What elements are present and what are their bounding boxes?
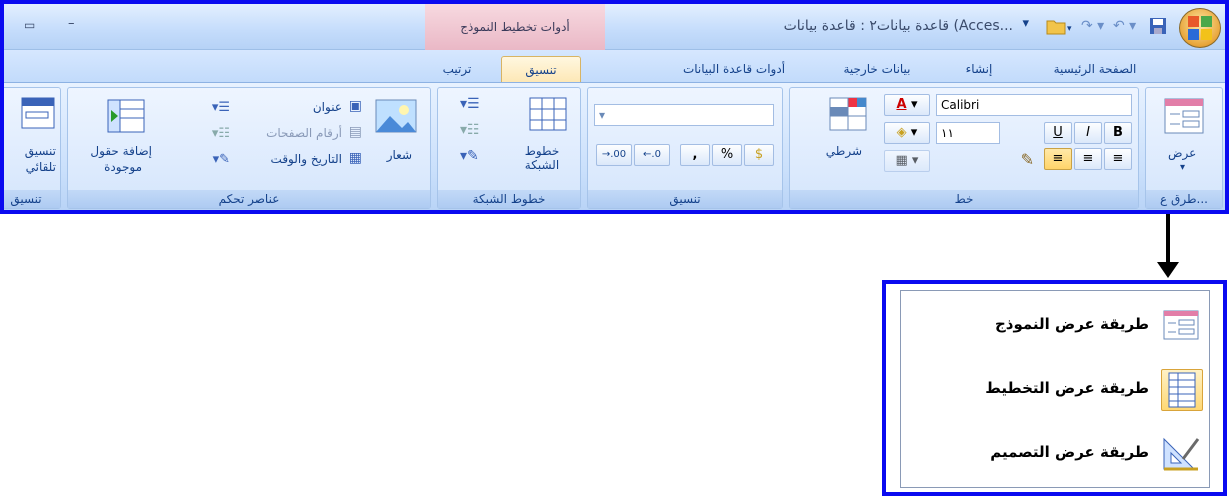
minimize-window-icon[interactable]: – (68, 16, 75, 31)
ribbon-window: ↶ ▾ ↷ ▾ ▾ ▾ قاعدة بيانات٢ : قاعدة بيانات… (0, 0, 1229, 214)
underline-button[interactable]: U (1044, 122, 1072, 144)
group-views-label: طرق ع... (1146, 190, 1222, 208)
group-font: Calibri ١١ B I U ≡ ≡ ≡ ✎ A ▾ ◈ ▾ ▦ ▾ شرط… (789, 87, 1139, 209)
tab-database-tools[interactable]: أدوات قاعدة البيانات (669, 56, 799, 82)
form-view-icon[interactable] (1164, 98, 1204, 134)
group-controls: شعار ▣ عنوان ▤ أرقام الصفحات ▦ التاريخ و… (67, 87, 431, 209)
gridlines-icon[interactable] (528, 96, 568, 132)
menu-item-label: طريقة عرض التصميم (990, 443, 1149, 461)
group-views: عرض ▾ طرق ع... (1145, 87, 1223, 209)
svg-text:▾: ▾ (1067, 24, 1072, 34)
percent-button[interactable]: % (712, 144, 742, 166)
decrease-decimal-button[interactable]: ←.0 (634, 144, 670, 166)
align-left-button[interactable]: ≡ (1044, 148, 1072, 170)
group-formatting: ▾ $ % , ←.0 →.00 تنسيق (587, 87, 783, 209)
group-gridlines-label: خطوط الشبكة (438, 190, 580, 208)
menu-item-label: طريقة عرض التخطيط (985, 379, 1149, 397)
title-label[interactable]: عنوان (313, 100, 342, 114)
line-style-icon[interactable]: ▾☰ (212, 100, 230, 115)
currency-button[interactable]: $ (744, 144, 774, 166)
gridline-width-icon[interactable]: ▾☷ (460, 122, 500, 138)
group-autoformat: تنسيق تلقائي تنسيق (4, 87, 61, 209)
autoformat-line1[interactable]: تنسيق (25, 144, 56, 158)
view-menu-frame: طريقة عرض النموذج طريقة عرض التخطيط طريق… (882, 280, 1227, 496)
office-button[interactable] (1179, 8, 1221, 48)
form-view-icon (1161, 305, 1203, 347)
ribbon-tabs: الصفحة الرئيسية إنشاء بيانات خارجية أدوا… (4, 50, 1225, 82)
menu-item-layout-view[interactable]: طريقة عرض التخطيط (903, 359, 1209, 419)
tab-home[interactable]: الصفحة الرئيسية (1035, 56, 1155, 82)
number-format-combo[interactable]: ▾ (594, 104, 774, 126)
view-dropdown-icon[interactable]: ▾ (1180, 162, 1185, 173)
save-icon[interactable] (1149, 17, 1167, 35)
tab-external-data[interactable]: بيانات خارجية (827, 56, 927, 82)
design-view-icon (1161, 433, 1203, 475)
increase-decimal-button[interactable]: →.00 (596, 144, 632, 166)
font-name-combo[interactable]: Calibri (936, 94, 1132, 116)
align-center-button[interactable]: ≡ (1074, 148, 1102, 170)
gridlines-button-label[interactable]: خطوط الشبكة (516, 144, 568, 172)
arrow-line (1166, 214, 1170, 264)
fill-color-button[interactable]: ◈ ▾ (884, 122, 930, 144)
menu-item-label: طريقة عرض النموذج (994, 315, 1149, 333)
line-color-icon[interactable]: ▾✎ (213, 152, 230, 167)
title-icon[interactable]: ▣ (349, 98, 362, 114)
arrow-head (1157, 262, 1179, 278)
logo-label[interactable]: شعار (387, 148, 412, 162)
add-fields-line2[interactable]: موجودة (104, 160, 142, 174)
date-time-label[interactable]: التاريخ والوقت (271, 152, 342, 166)
conditional-label[interactable]: شرطي (826, 144, 862, 158)
logo-icon[interactable] (374, 98, 418, 136)
italic-button[interactable]: I (1074, 122, 1102, 144)
gridline-color-button[interactable]: ▦ ▾ (884, 150, 930, 172)
gridline-color-icon[interactable]: ▾✎ (460, 148, 500, 164)
comma-button[interactable]: , (680, 144, 710, 166)
view-button-label[interactable]: عرض (1168, 146, 1196, 160)
add-fields-line1[interactable]: إضافة حقول (90, 144, 152, 158)
open-folder-icon[interactable]: ▾ (1045, 16, 1075, 36)
group-autoformat-label: تنسيق (4, 190, 60, 208)
page-numbers-icon[interactable]: ▤ (349, 124, 362, 140)
autoformat-line2[interactable]: تلقائي (26, 160, 56, 174)
layout-view-icon (1161, 369, 1203, 411)
ribbon-groups: عرض ▾ طرق ع... Calibri ١١ B I U ≡ ≡ ≡ ✎ … (4, 82, 1225, 210)
menu-item-design-view[interactable]: طريقة عرض التصميم (903, 423, 1209, 483)
tab-create[interactable]: إنشاء (949, 56, 1009, 82)
customize-qat-icon[interactable]: ▾ (1022, 16, 1029, 31)
group-formatting-label: تنسيق (588, 190, 782, 208)
line-width-icon[interactable]: ▾☷ (212, 126, 230, 141)
office-logo-icon (1188, 16, 1212, 40)
tab-format[interactable]: تنسيق (501, 56, 581, 82)
tab-arrange[interactable]: ترتيب (427, 56, 487, 82)
redo-icon[interactable]: ↷ ▾ (1081, 18, 1107, 34)
group-controls-label: عناصر تحكم (68, 190, 430, 208)
undo-icon[interactable]: ↶ ▾ (1113, 18, 1139, 34)
autoformat-icon[interactable] (20, 96, 56, 130)
group-font-label: خط (790, 190, 1138, 208)
group-gridlines: خطوط الشبكة ▾☰ ▾☷ ▾✎ خطوط الشبكة (437, 87, 581, 209)
title-bar: ↶ ▾ ↷ ▾ ▾ ▾ قاعدة بيانات٢ : قاعدة بيانات… (4, 4, 1225, 50)
font-color-button[interactable]: A ▾ (884, 94, 930, 116)
restore-window-icon[interactable]: ▭ (24, 18, 35, 32)
date-time-icon[interactable]: ▦ (349, 150, 362, 166)
window-title: قاعدة بيانات٢ : قاعدة بيانات (Acces... (783, 18, 1013, 34)
page-numbers-label[interactable]: أرقام الصفحات (266, 126, 342, 140)
align-right-button[interactable]: ≡ (1104, 148, 1132, 170)
contextual-tools-label: أدوات تخطيط النموذج (425, 4, 605, 50)
font-size-combo[interactable]: ١١ (936, 122, 1000, 144)
conditional-format-icon[interactable] (828, 96, 868, 132)
gridline-style-icon[interactable]: ▾☰ (460, 96, 500, 112)
add-existing-fields-icon[interactable] (106, 98, 146, 134)
view-menu: طريقة عرض النموذج طريقة عرض التخطيط طريق… (900, 290, 1210, 488)
menu-item-form-view[interactable]: طريقة عرض النموذج (903, 295, 1209, 355)
bold-button[interactable]: B (1104, 122, 1132, 144)
format-painter-icon[interactable]: ✎ (1021, 150, 1034, 169)
